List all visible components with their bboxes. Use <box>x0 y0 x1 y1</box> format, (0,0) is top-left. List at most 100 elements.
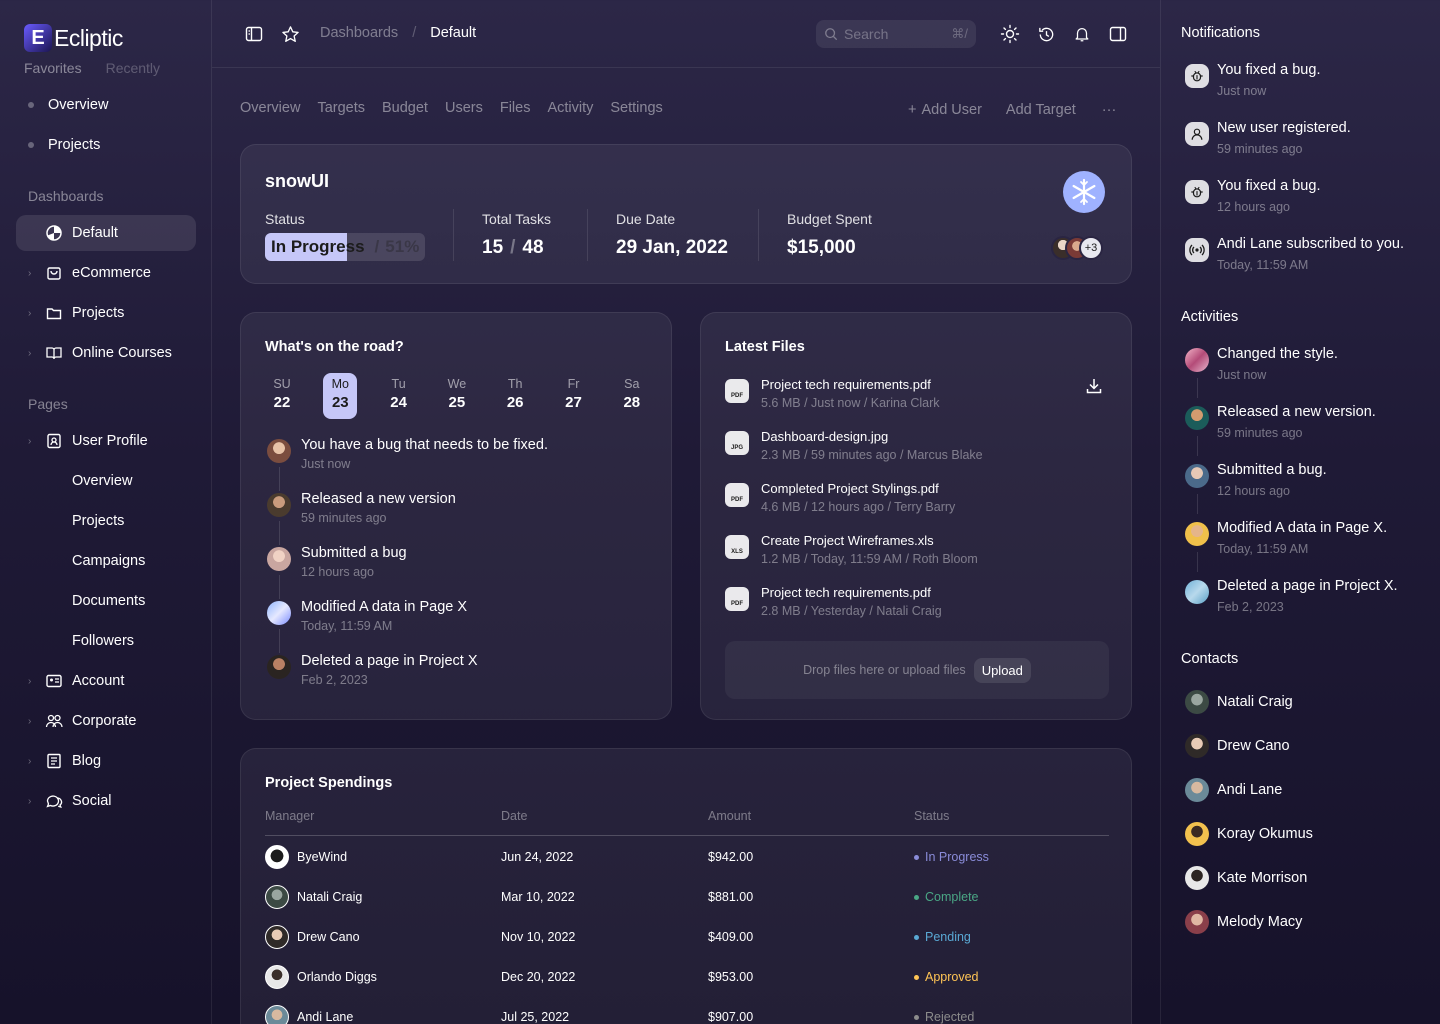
sidebar-subitem-projects[interactable]: Projects <box>16 503 196 539</box>
activity-item[interactable]: Modified A data in Page X. Today, 11:59 A… <box>1181 518 1431 562</box>
tab-budget[interactable]: Budget <box>382 100 428 116</box>
notification-item[interactable]: You fixed a bug. 12 hours ago <box>1181 176 1431 220</box>
chat-bubbles-icon <box>44 791 64 811</box>
contact-item[interactable]: Koray Okumus <box>1181 820 1313 848</box>
sidebar-item-online-courses[interactable]: › Online Courses <box>16 335 196 371</box>
sun-icon[interactable] <box>1000 24 1020 44</box>
table-row[interactable]: Drew Cano Nov 10, 2022 $409.00 Pending <box>265 917 1109 957</box>
avatar <box>1185 778 1209 802</box>
file-dropzone[interactable]: Drop files here or upload files Upload <box>725 641 1109 699</box>
calendar-day[interactable]: Fr 27 <box>557 373 591 419</box>
divider <box>758 209 759 261</box>
chevron-right-icon: › <box>28 795 32 807</box>
column-header-manager[interactable]: Manager <box>265 809 314 823</box>
file-jpg-icon: JPG <box>725 431 749 455</box>
notification-item[interactable]: Andi Lane subscribed to you. Today, 11:59… <box>1181 234 1431 278</box>
table-row[interactable]: Natali Craig Mar 10, 2022 $881.00 Complete <box>265 877 1109 917</box>
tab-overview[interactable]: Overview <box>240 100 300 116</box>
sidebar-item-default[interactable]: Default <box>16 215 196 251</box>
activity-item[interactable]: Changed the style. Just now <box>1181 344 1431 388</box>
notification-time: 12 hours ago <box>1217 200 1290 214</box>
right-panel-toggle-icon[interactable] <box>1108 24 1128 44</box>
file-row[interactable]: XLS Create Project Wireframes.xls 1.2 MB /… <box>725 533 1105 573</box>
tab-files[interactable]: Files <box>500 100 531 116</box>
upload-button[interactable]: Upload <box>973 657 1031 683</box>
member-avatars[interactable]: +3 <box>1051 235 1111 261</box>
activity-time: Today, 11:59 AM <box>1217 542 1309 556</box>
add-target-button[interactable]: Add Target <box>1006 102 1076 118</box>
file-row[interactable]: PDF Completed Project Stylings.pdf 4.6 MB … <box>725 481 1105 521</box>
more-options-icon[interactable]: ··· <box>1102 102 1117 118</box>
sidebar-subitem-documents[interactable]: Documents <box>16 583 196 619</box>
sidebar-item-ecommerce[interactable]: › eCommerce <box>16 255 196 291</box>
project-spendings-card: Project Spendings Manager Date Amount St… <box>240 748 1132 1024</box>
sidebar-subitem-followers[interactable]: Followers <box>16 623 196 659</box>
avatar <box>1185 580 1209 604</box>
sidebar-subitem-overview[interactable]: Overview <box>16 463 196 499</box>
row-date: Nov 10, 2022 <box>501 930 576 944</box>
file-row[interactable]: PDF Project tech requirements.pdf 2.8 MB /… <box>725 585 1105 625</box>
tab-activity[interactable]: Activity <box>547 100 593 116</box>
bell-icon[interactable] <box>1072 24 1092 44</box>
notification-item[interactable]: You fixed a bug. Just now <box>1181 60 1431 104</box>
brand-logo[interactable]: E Ecliptic <box>24 24 123 52</box>
search-input[interactable]: Search ⌘/ <box>816 20 976 48</box>
sidebar-item-label: Projects <box>72 305 125 321</box>
file-pdf-icon: PDF <box>725 483 749 507</box>
history-icon[interactable] <box>1036 24 1056 44</box>
activity-item[interactable]: Deleted a page in Project X. Feb 2, 2023 <box>1181 576 1431 620</box>
column-header-date[interactable]: Date <box>501 809 527 823</box>
timeline-item[interactable]: Submitted a bug 12 hours ago <box>301 545 407 579</box>
sidebar-item-projects[interactable]: › Projects <box>16 295 196 331</box>
avatar <box>265 845 289 869</box>
favorite-projects[interactable]: Projects <box>16 127 196 163</box>
timeline-item[interactable]: You have a bug that needs to be fixed. Ju… <box>301 437 548 471</box>
timeline-item[interactable]: Released a new version 59 minutes ago <box>301 491 456 525</box>
contact-item[interactable]: Drew Cano <box>1181 732 1290 760</box>
calendar-day[interactable]: Th 26 <box>498 373 532 419</box>
sidebar-toggle-icon[interactable] <box>244 24 264 44</box>
favorite-overview[interactable]: Overview <box>16 87 196 123</box>
timeline-line <box>279 467 280 491</box>
total-tasks-label: Total Tasks <box>482 211 551 227</box>
file-row[interactable]: JPG Dashboard-design.jpg 2.3 MB / 59 minut… <box>725 429 1105 469</box>
timeline-item[interactable]: Modified A data in Page X Today, 11:59 AM <box>301 599 467 633</box>
blog-icon <box>44 751 64 771</box>
column-header-status[interactable]: Status <box>914 809 949 823</box>
tab-favorites[interactable]: Favorites <box>24 60 82 76</box>
activity-item[interactable]: Submitted a bug. 12 hours ago <box>1181 460 1431 504</box>
tab-recently[interactable]: Recently <box>106 60 160 76</box>
table-row[interactable]: Andi Lane Jul 25, 2022 $907.00 Rejected <box>265 997 1109 1024</box>
sidebar-item-social[interactable]: › Social <box>16 783 196 819</box>
sidebar-item-user-profile[interactable]: › User Profile <box>16 423 196 459</box>
sidebar-item-account[interactable]: › Account <box>16 663 196 699</box>
timeline-item[interactable]: Deleted a page in Project X Feb 2, 2023 <box>301 653 478 687</box>
calendar-day[interactable]: Tu 24 <box>382 373 416 419</box>
contact-item[interactable]: Kate Morrison <box>1181 864 1307 892</box>
sidebar-subitem-campaigns[interactable]: Campaigns <box>16 543 196 579</box>
calendar-day[interactable]: We 25 <box>440 373 474 419</box>
breadcrumb-default[interactable]: Default <box>430 25 476 41</box>
table-row[interactable]: ByeWind Jun 24, 2022 $942.00 In Progress <box>265 837 1109 877</box>
tab-settings[interactable]: Settings <box>610 100 662 116</box>
contact-item[interactable]: Natali Craig <box>1181 688 1293 716</box>
breadcrumb-dashboards[interactable]: Dashboards <box>320 25 398 41</box>
day-date: 24 <box>390 394 407 411</box>
column-header-amount[interactable]: Amount <box>708 809 751 823</box>
calendar-day[interactable]: Mo 23 <box>323 373 358 419</box>
sidebar-item-blog[interactable]: › Blog <box>16 743 196 779</box>
calendar-day[interactable]: SU 22 <box>265 373 299 419</box>
table-row[interactable]: Orlando Diggs Dec 20, 2022 $953.00 Approved <box>265 957 1109 997</box>
star-icon[interactable] <box>280 24 300 44</box>
contact-item[interactable]: Andi Lane <box>1181 776 1282 804</box>
add-user-button[interactable]: + Add User <box>908 102 982 118</box>
calendar-day[interactable]: Sa 28 <box>615 373 649 419</box>
due-date-value: 29 Jan, 2022 <box>616 237 728 258</box>
activity-item[interactable]: Released a new version. 59 minutes ago <box>1181 402 1431 446</box>
notification-item[interactable]: New user registered. 59 minutes ago <box>1181 118 1431 162</box>
tab-users[interactable]: Users <box>445 100 483 116</box>
contact-item[interactable]: Melody Macy <box>1181 908 1302 936</box>
file-row[interactable]: PDF Project tech requirements.pdf 5.6 MB /… <box>725 377 1105 417</box>
sidebar-item-corporate[interactable]: › Corporate <box>16 703 196 739</box>
tab-targets[interactable]: Targets <box>317 100 365 116</box>
